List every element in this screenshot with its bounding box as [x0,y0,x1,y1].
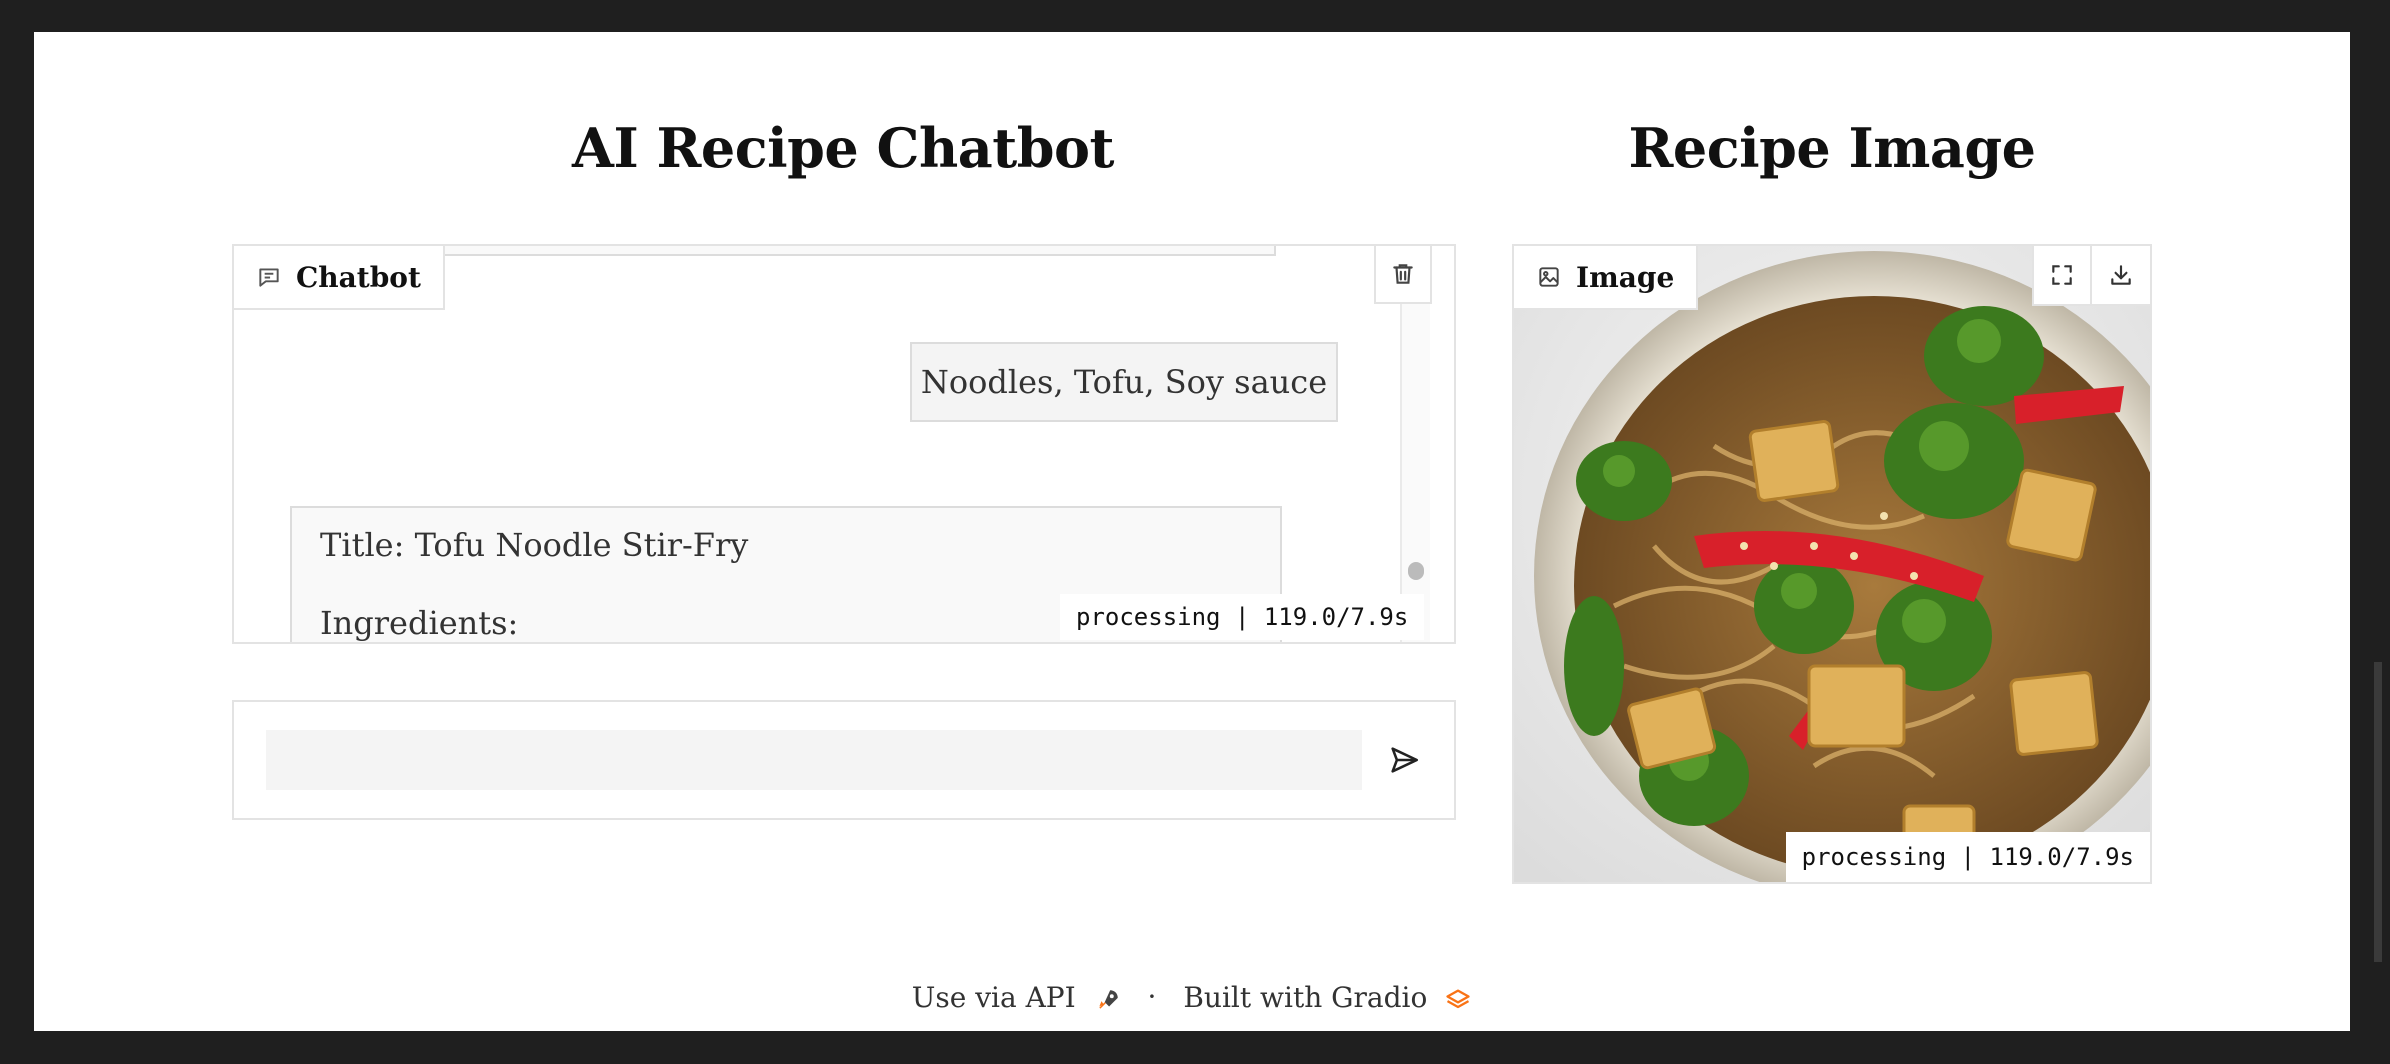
message-input-panel [232,700,1456,820]
trash-icon [1390,261,1416,287]
chatbot-status-text: processing | 119.0/7.9s [1076,603,1409,631]
fullscreen-icon [2049,262,2075,288]
user-message: Noodles, Tofu, Soy sauce [910,342,1338,422]
clear-chat-button[interactable] [1374,246,1432,304]
api-link-text: Use via API [911,981,1076,1014]
send-arrow-icon [1387,743,1421,777]
gradio-link[interactable]: Built with Gradio [1183,979,1472,1014]
download-icon [2108,262,2134,288]
image-heading: Recipe Image [1628,116,2036,180]
image-panel: Image processing | 119.0/7.9s [1512,244,2152,884]
chatbot-label-text: Chatbot [296,260,421,294]
api-link[interactable]: Use via API [911,979,1130,1014]
footer: Use via API · Built with Gradio [34,978,2350,1014]
chatbot-status: processing | 119.0/7.9s [1060,594,1425,640]
app-page: AI Recipe Chatbot Recipe Image Chatbot N… [34,32,2382,1031]
scroll-thumb[interactable] [1408,562,1424,580]
chatbot-panel: Chatbot Noodles, Tofu, Soy sauce Title: … [232,244,1456,644]
message-input[interactable] [266,730,1362,790]
chat-scrollbar[interactable] [1400,246,1430,642]
image-icon [1536,264,1562,290]
chat-bubble-icon [256,264,282,290]
image-status: processing | 119.0/7.9s [1785,832,2150,882]
download-button[interactable] [2092,246,2150,304]
fullscreen-button[interactable] [2034,246,2092,304]
image-label: Image [1514,246,1699,310]
chatbot-heading: AI Recipe Chatbot [572,116,1114,180]
image-label-text: Image [1576,260,1675,294]
bot-message-title: Title: Tofu Noodle Stir-Fry [320,526,749,564]
send-button[interactable] [1374,730,1434,790]
page-scrollbar-thumb[interactable] [2374,662,2382,962]
user-message-text: Noodles, Tofu, Soy sauce [920,363,1328,401]
image-status-text: processing | 119.0/7.9s [1801,843,2134,871]
footer-separator: · [1147,980,1157,1013]
image-toolbar [2032,246,2150,306]
chatbot-label: Chatbot [234,246,445,310]
recipe-image [1514,246,2150,882]
previous-message-edge [424,246,1276,256]
rocket-icon [1095,981,1121,1014]
built-with-text: Built with Gradio [1183,981,1428,1014]
gradio-logo-icon [1444,981,1472,1014]
